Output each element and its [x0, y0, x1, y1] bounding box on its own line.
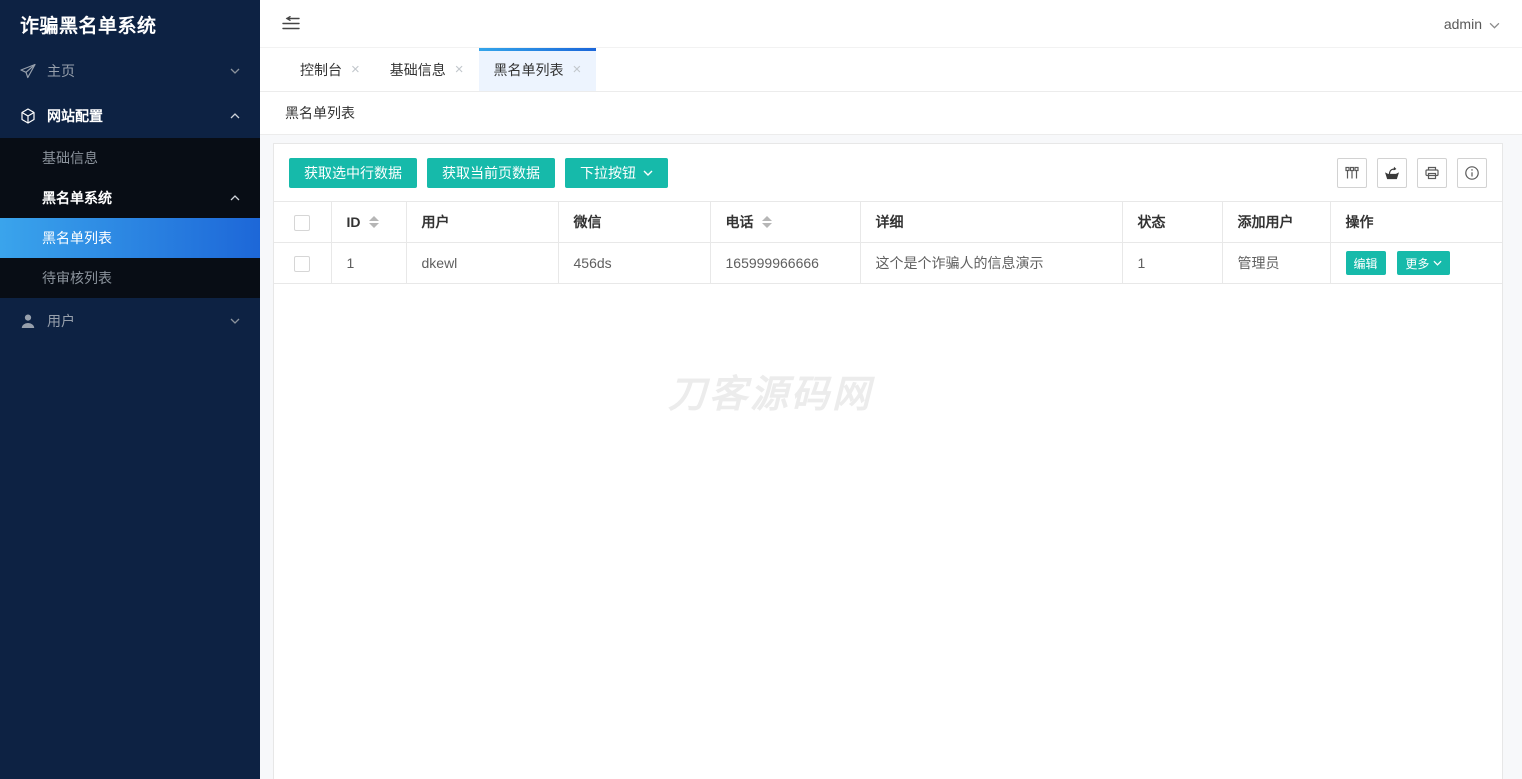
close-icon[interactable]: ×: [573, 62, 582, 77]
breadcrumb: 黑名单列表: [260, 92, 1522, 135]
table-row: 1 dkewl 456ds 165999966666 这个是个诈骗人的信息演示 …: [274, 243, 1502, 284]
column-label: 添加用户: [1238, 214, 1294, 230]
sidebar-item-label: 待审核列表: [42, 268, 112, 288]
cell-phone: 165999966666: [710, 243, 860, 284]
chevron-down-icon: [230, 318, 240, 324]
tab-label: 基础信息: [390, 60, 446, 80]
paper-plane-icon: [20, 63, 36, 79]
column-label: 用户: [422, 214, 450, 230]
button-label: 更多: [1405, 255, 1429, 272]
sidebar-item-label: 网站配置: [47, 106, 103, 126]
content-area: 获取选中行数据 获取当前页数据 下拉按钮: [260, 135, 1522, 779]
sidebar-item-home[interactable]: 主页: [0, 48, 260, 93]
tab-label: 黑名单列表: [494, 60, 564, 80]
chevron-up-icon: [230, 113, 240, 119]
page-title: 黑名单列表: [285, 103, 355, 123]
chevron-down-icon: [230, 68, 240, 74]
export-icon[interactable]: [1377, 158, 1407, 188]
sidebar-item-blacklist-system[interactable]: 黑名单系统: [0, 178, 260, 218]
get-selected-rows-button[interactable]: 获取选中行数据: [289, 158, 417, 188]
column-label: ID: [347, 214, 361, 230]
column-label: 操作: [1346, 214, 1374, 230]
table-toolbar: 获取选中行数据 获取当前页数据 下拉按钮: [274, 144, 1502, 201]
sort-icon: [762, 216, 772, 228]
sidebar-item-label: 黑名单列表: [42, 228, 112, 248]
print-icon[interactable]: [1417, 158, 1447, 188]
sidebar-item-label: 基础信息: [42, 148, 98, 168]
close-icon[interactable]: ×: [455, 62, 464, 77]
column-label: 微信: [574, 214, 602, 230]
column-header-phone[interactable]: 电话: [710, 202, 860, 243]
app-title: 诈骗黑名单系统: [0, 0, 260, 48]
sidebar-item-user[interactable]: 用户: [0, 298, 260, 343]
column-label: 电话: [726, 212, 754, 232]
get-current-page-button[interactable]: 获取当前页数据: [427, 158, 555, 188]
table-tool-icons: [1337, 158, 1487, 188]
sidebar-item-blacklist-list[interactable]: 黑名单列表: [0, 218, 260, 258]
table-header-row: ID 用户 微信 电话: [274, 202, 1502, 243]
more-button[interactable]: 更多: [1397, 251, 1450, 275]
username: admin: [1444, 16, 1482, 32]
tab-basic-info[interactable]: 基础信息 ×: [375, 48, 479, 91]
top-header: admin: [260, 0, 1522, 48]
button-label: 编辑: [1354, 255, 1378, 272]
cube-icon: [20, 108, 36, 124]
cell-id: 1: [331, 243, 406, 284]
column-header-status: 状态: [1122, 202, 1222, 243]
button-label: 获取选中行数据: [304, 163, 402, 183]
tab-label: 控制台: [300, 60, 342, 80]
tab-console[interactable]: 控制台 ×: [285, 48, 375, 91]
sidebar-item-label: 主页: [47, 61, 75, 81]
sidebar: 诈骗黑名单系统 主页 网站配置 基础信息 黑名单系统: [0, 0, 260, 779]
select-all-cell: [274, 202, 331, 243]
chevron-up-icon: [230, 195, 240, 201]
column-header-added-by: 添加用户: [1222, 202, 1330, 243]
tab-blacklist-list[interactable]: 黑名单列表 ×: [479, 48, 597, 91]
column-header-user: 用户: [406, 202, 558, 243]
sidebar-item-label: 用户: [47, 311, 75, 331]
sidebar-collapse-icon[interactable]: [282, 16, 300, 31]
row-checkbox[interactable]: [294, 256, 310, 272]
tab-bar: 控制台 × 基础信息 × 黑名单列表 ×: [260, 48, 1522, 92]
cell-status: 1: [1122, 243, 1222, 284]
cell-user: dkewl: [406, 243, 558, 284]
column-header-wechat: 微信: [558, 202, 710, 243]
column-label: 状态: [1138, 214, 1166, 230]
cell-wechat: 456ds: [558, 243, 710, 284]
user-dropdown[interactable]: admin: [1444, 16, 1500, 32]
cell-added-by: 管理员: [1222, 243, 1330, 284]
sort-icon: [369, 216, 379, 228]
sidebar-item-basic-info[interactable]: 基础信息: [0, 138, 260, 178]
info-icon[interactable]: [1457, 158, 1487, 188]
sidebar-item-pending-list[interactable]: 待审核列表: [0, 258, 260, 298]
table-card: 获取选中行数据 获取当前页数据 下拉按钮: [273, 143, 1503, 779]
row-select-cell: [274, 243, 331, 284]
button-label: 下拉按钮: [580, 163, 636, 183]
dropdown-button[interactable]: 下拉按钮: [565, 158, 668, 188]
sidebar-item-site-config[interactable]: 网站配置: [0, 93, 260, 138]
chevron-down-icon: [1489, 16, 1500, 32]
blacklist-table: ID 用户 微信 电话: [274, 201, 1502, 284]
sidebar-item-label: 黑名单系统: [42, 188, 112, 208]
column-header-detail: 详细: [860, 202, 1122, 243]
column-header-id[interactable]: ID: [331, 202, 406, 243]
column-header-actions: 操作: [1330, 202, 1502, 243]
user-icon: [20, 313, 36, 329]
site-config-submenu: 基础信息 黑名单系统 黑名单列表 待审核列表: [0, 138, 260, 298]
chevron-down-icon: [643, 170, 653, 176]
edit-button[interactable]: 编辑: [1346, 251, 1386, 275]
main-area: admin 控制台 × 基础信息 × 黑名单列表 × 黑名单列表 获取选中行数据: [260, 0, 1522, 779]
chevron-down-icon: [1433, 260, 1442, 266]
column-label: 详细: [876, 214, 904, 230]
cell-detail: 这个是个诈骗人的信息演示: [860, 243, 1122, 284]
button-label: 获取当前页数据: [442, 163, 540, 183]
cell-actions: 编辑 更多: [1330, 243, 1502, 284]
filter-columns-icon[interactable]: [1337, 158, 1367, 188]
select-all-checkbox[interactable]: [294, 215, 310, 231]
close-icon[interactable]: ×: [351, 62, 360, 77]
